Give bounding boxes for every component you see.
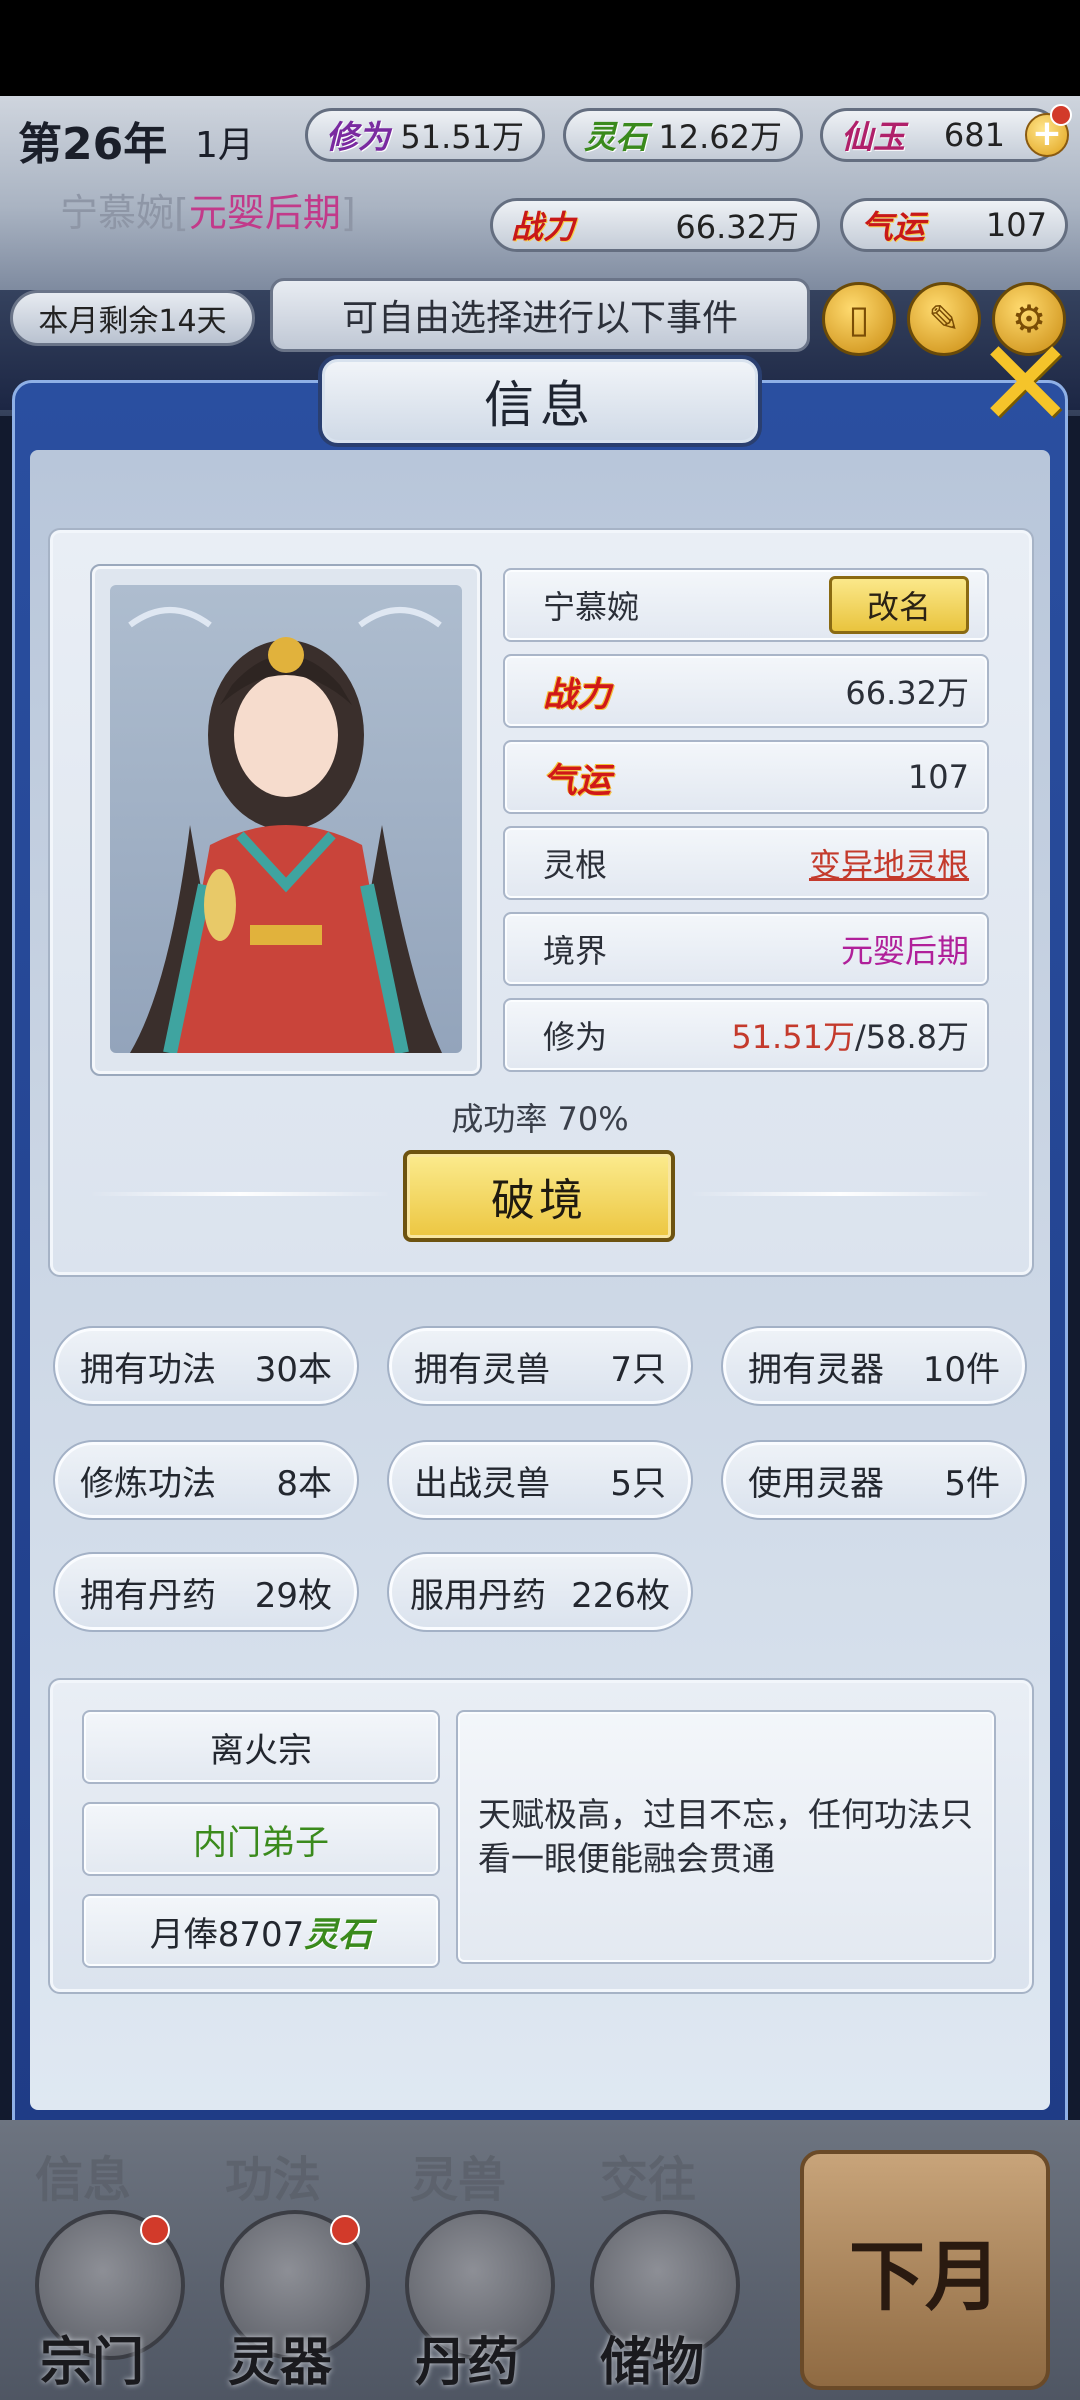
realm-row: 境界 元婴后期 [503,912,989,986]
stat-value: 10件 [922,1349,1000,1390]
stat-label: 服用丹药 [410,1575,546,1616]
breakthrough-button[interactable]: 破境 [403,1150,675,1242]
spirit-stone-pill[interactable]: 灵石 12.62万 [563,108,803,162]
next-month-button[interactable]: 下月 [800,2150,1050,2390]
immortal-jade-value: 681 [943,116,1005,154]
stat-practiced-techniques[interactable]: 修炼功法 8本 [53,1440,359,1520]
nav-beast-label[interactable]: 灵兽 [410,2140,506,2210]
immortal-jade-tag: 仙玉 [841,118,906,156]
stat-owned-pills[interactable]: 拥有丹药 29枚 [53,1552,359,1632]
nav-pill[interactable]: 丹药 [415,2320,519,2395]
salary-amount: 月俸8707 [149,1914,305,1955]
stat-label: 拥有功法 [80,1349,216,1390]
month-label: 1月 [195,125,254,166]
luck-row: 气运 107 [503,740,989,814]
stat-label: 出战灵兽 [414,1463,550,1504]
character-name-text: 宁慕婉 [60,191,175,235]
cultivation-current: 51.51万 [731,1018,855,1056]
stat-value: 5件 [944,1463,1000,1504]
luck-label: 气运 [543,760,611,801]
sect-notification-dot [140,2215,170,2245]
stat-label: 修炼功法 [80,1463,216,1504]
cultivation-tag: 修为 [326,118,391,156]
nav-technique-label[interactable]: 功法 [225,2140,321,2210]
character-name: 宁慕婉 [543,588,640,626]
sect-name: 离火宗 [82,1710,440,1784]
panel-title: 信息 [318,355,762,447]
stat-label: 使用灵器 [748,1463,884,1504]
character-header-name: 宁慕婉[元婴后期] [60,191,356,235]
combat-label: 战力 [543,674,611,715]
nav-sect[interactable]: 宗门 [40,2320,144,2395]
notification-dot [1050,104,1072,126]
status-bar [0,0,1080,96]
event-prompt: 可自由选择进行以下事件 [270,278,810,352]
nav-social-label[interactable]: 交往 [600,2140,696,2210]
cultivation-progress: 51.51万/58.8万 [731,1012,969,1058]
stat-used-artifacts[interactable]: 使用灵器 5件 [721,1440,1027,1520]
stat-value: 226枚 [571,1575,670,1616]
year-label: 第26年 [18,119,168,170]
cultivation-row: 修为 51.51万/58.8万 [503,998,989,1072]
cultivation-pill[interactable]: 修为 51.51万 [305,108,545,162]
spirit-stone-value: 12.62万 [658,118,782,156]
combat-value: 66.32万 [845,674,969,712]
portrait-illustration [128,607,442,1053]
spirit-root-value[interactable]: 变异地灵根 [809,840,969,886]
nav-storage[interactable]: 储物 [600,2320,704,2395]
name-row: 宁慕婉 改名 [503,568,989,642]
spirit-stone-tag: 灵石 [584,118,649,156]
rename-button[interactable]: 改名 [829,576,969,634]
stat-owned-beasts[interactable]: 拥有灵兽 7只 [387,1326,693,1406]
stat-owned-techniques[interactable]: 拥有功法 30本 [53,1326,359,1406]
character-portrait [110,585,462,1053]
talent-description: 天赋极高，过目不忘，任何功法只看一眼便能融会贯通 [456,1710,996,1964]
nav-info-label[interactable]: 信息 [35,2140,131,2210]
stat-value: 29枚 [254,1575,332,1616]
character-realm-text: 元婴后期 [188,191,341,235]
stat-value: 5只 [610,1463,666,1504]
days-remaining: 本月剩余14天 [10,290,255,346]
realm-label: 境界 [543,932,608,970]
stat-owned-artifacts[interactable]: 拥有灵器 10件 [721,1326,1027,1406]
luck-value: 107 [985,206,1047,244]
scroll-icon[interactable]: ▯ [822,282,896,356]
stat-value: 7只 [610,1349,666,1390]
luck-tag: 气运 [861,208,926,246]
luck-pill: 气运 107 [840,198,1068,252]
combat-power-pill: 战力 66.32万 [490,198,820,252]
cultivation-max: /58.8万 [854,1018,969,1056]
success-rate: 成功率 70% [451,1100,629,1138]
decor-line-right [690,1192,990,1196]
sect-salary: 月俸8707 灵石 [82,1894,440,1968]
luck-value: 107 [907,758,969,796]
combat-power-value: 66.32万 [675,208,799,246]
spirit-root-label: 灵根 [543,846,608,884]
salary-unit: 灵石 [304,1914,373,1955]
realm-value: 元婴后期 [840,932,969,970]
stat-value: 8本 [276,1463,332,1504]
stat-label: 拥有灵兽 [414,1349,550,1390]
close-icon[interactable]: ✕ [975,325,1076,445]
stat-label: 拥有丹药 [80,1575,216,1616]
stat-consumed-pills[interactable]: 服用丹药 226枚 [387,1552,693,1632]
spirit-root-row: 灵根 变异地灵根 [503,826,989,900]
sect-rank: 内门弟子 [82,1802,440,1876]
brush-icon[interactable]: ✎ [907,282,981,356]
nav-artifact[interactable]: 灵器 [228,2320,332,2395]
stat-label: 拥有灵器 [748,1349,884,1390]
stat-value: 30本 [254,1349,332,1390]
combat-row: 战力 66.32万 [503,654,989,728]
combat-power-tag: 战力 [511,208,576,246]
immortal-jade-pill[interactable]: 仙玉 681 [820,108,1060,162]
cultivation-value: 51.51万 [400,118,524,156]
stat-battle-beasts[interactable]: 出战灵兽 5只 [387,1440,693,1520]
cultivation-label: 修为 [543,1018,608,1056]
artifact-notification-dot [330,2215,360,2245]
decor-line-left [90,1192,390,1196]
